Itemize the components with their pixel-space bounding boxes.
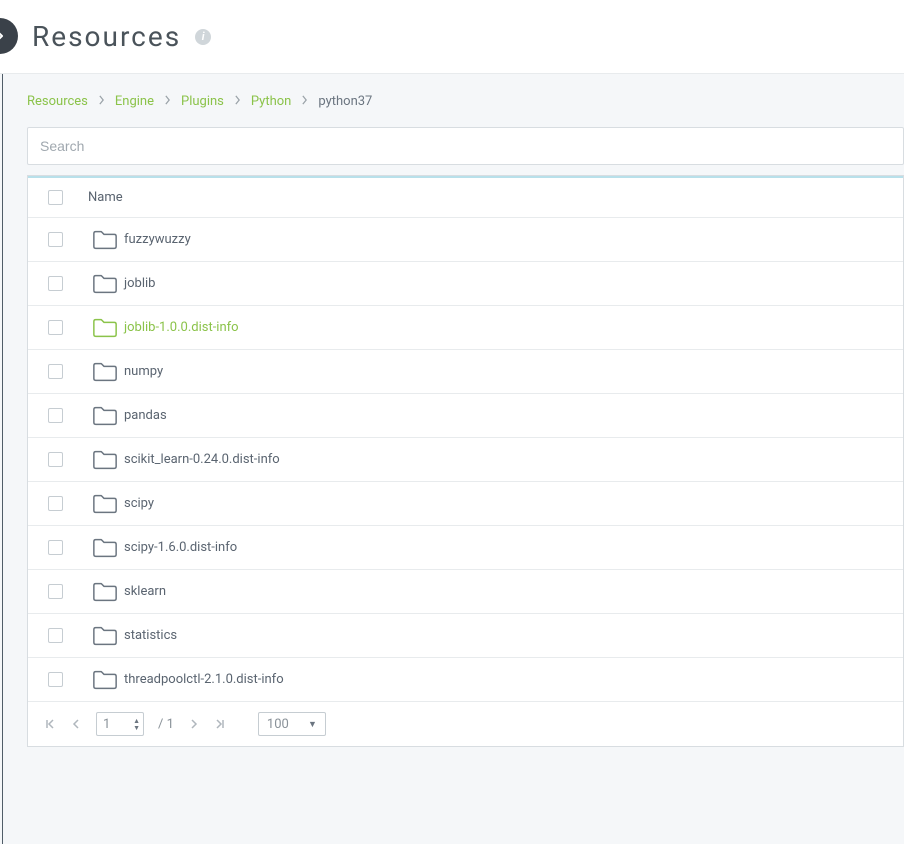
row-name[interactable]: scipy-1.6.0.dist-info: [124, 540, 237, 555]
table-row[interactable]: scipy-1.6.0.dist-info: [28, 526, 903, 570]
table-row[interactable]: joblib-1.0.0.dist-info: [28, 306, 903, 350]
table-row[interactable]: scikit_learn-0.24.0.dist-info: [28, 438, 903, 482]
breadcrumb-link[interactable]: Resources: [27, 94, 88, 109]
row-name[interactable]: fuzzywuzzy: [124, 232, 191, 247]
row-name[interactable]: scikit_learn-0.24.0.dist-info: [124, 452, 280, 467]
row-name[interactable]: scipy: [124, 496, 154, 511]
row-name[interactable]: sklearn: [124, 584, 166, 599]
info-icon[interactable]: i: [195, 29, 211, 45]
row-name[interactable]: joblib: [124, 276, 155, 291]
breadcrumb-link[interactable]: Engine: [115, 94, 154, 109]
folder-icon: [86, 493, 124, 515]
chevron-right-icon: [98, 94, 105, 109]
table-row[interactable]: joblib: [28, 262, 903, 306]
page-size-select[interactable]: 100 ▼: [258, 712, 326, 736]
page-size-value: 100: [267, 717, 289, 732]
page-title: Resources: [32, 20, 181, 53]
row-checkbox[interactable]: [48, 628, 63, 643]
first-page-button[interactable]: [44, 718, 56, 730]
folder-icon: [86, 581, 124, 603]
row-name[interactable]: joblib-1.0.0.dist-info: [124, 320, 239, 335]
table-row[interactable]: sklearn: [28, 570, 903, 614]
table-row[interactable]: scipy: [28, 482, 903, 526]
column-header-name[interactable]: Name: [86, 190, 123, 205]
resource-table: Name fuzzywuzzy joblib joblib-1.0.0.dist-i…: [27, 175, 904, 747]
folder-icon: [86, 669, 124, 691]
folder-icon: [86, 405, 124, 427]
chevron-right-icon: [301, 94, 308, 109]
breadcrumb-link[interactable]: Python: [251, 94, 291, 109]
folder-icon: [86, 361, 124, 383]
row-checkbox[interactable]: [48, 672, 63, 687]
page-number-input[interactable]: 1 ▲▼: [96, 712, 144, 736]
prev-page-button[interactable]: [70, 718, 82, 730]
breadcrumb: Resources Engine Plugins Python python37: [27, 94, 904, 109]
folder-icon: [86, 625, 124, 647]
chevron-right-icon: [0, 30, 6, 42]
folder-icon: [86, 273, 124, 295]
page-number-value: 1: [103, 717, 110, 732]
row-name[interactable]: numpy: [124, 364, 163, 379]
next-page-button[interactable]: [188, 718, 200, 730]
breadcrumb-link[interactable]: Plugins: [181, 94, 224, 109]
select-all-checkbox[interactable]: [48, 190, 63, 205]
row-checkbox[interactable]: [48, 408, 63, 423]
folder-icon: [86, 229, 124, 251]
table-row[interactable]: pandas: [28, 394, 903, 438]
row-checkbox[interactable]: [48, 320, 63, 335]
table-row[interactable]: fuzzywuzzy: [28, 218, 903, 262]
page-header: Resources i: [0, 0, 904, 74]
table-header-row: Name: [28, 176, 903, 218]
row-checkbox[interactable]: [48, 540, 63, 555]
row-checkbox[interactable]: [48, 496, 63, 511]
table-row[interactable]: numpy: [28, 350, 903, 394]
total-pages-label: / 1: [158, 717, 174, 732]
chevron-right-icon: [164, 94, 171, 109]
row-checkbox[interactable]: [48, 232, 63, 247]
chevron-right-icon: [234, 94, 241, 109]
content-area: Resources Engine Plugins Python python37…: [2, 74, 904, 844]
row-checkbox[interactable]: [48, 364, 63, 379]
table-row[interactable]: threadpoolctl-2.1.0.dist-info: [28, 658, 903, 702]
pagination-bar: 1 ▲▼ / 1 100 ▼: [28, 702, 903, 746]
folder-icon: [86, 537, 124, 559]
row-name[interactable]: statistics: [124, 628, 177, 643]
search-input[interactable]: [27, 127, 904, 165]
row-name[interactable]: threadpoolctl-2.1.0.dist-info: [124, 672, 284, 687]
row-checkbox[interactable]: [48, 276, 63, 291]
dropdown-caret-icon: ▼: [308, 719, 317, 730]
last-page-button[interactable]: [214, 718, 226, 730]
row-checkbox[interactable]: [48, 584, 63, 599]
folder-icon: [86, 317, 124, 339]
table-row[interactable]: statistics: [28, 614, 903, 658]
row-checkbox[interactable]: [48, 452, 63, 467]
row-name[interactable]: pandas: [124, 408, 167, 423]
breadcrumb-current: python37: [318, 94, 372, 109]
folder-icon: [86, 449, 124, 471]
page-spinner[interactable]: ▲▼: [133, 718, 140, 731]
